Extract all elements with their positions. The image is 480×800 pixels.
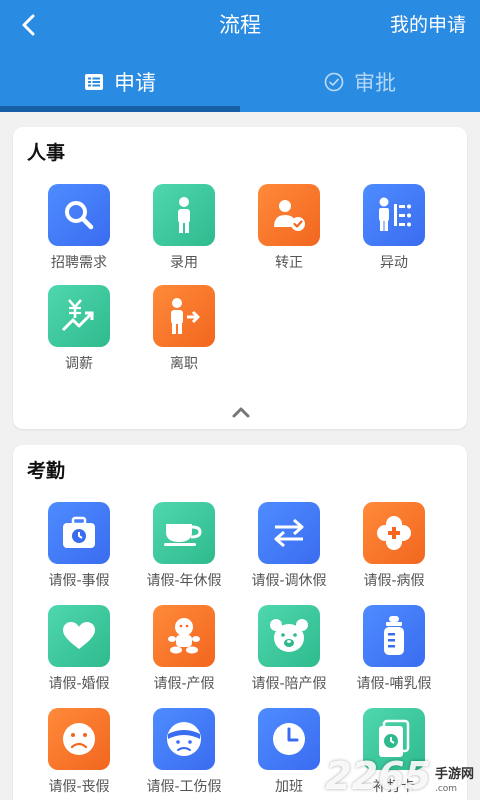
my-applications-link[interactable]: 我的申请 <box>390 10 466 40</box>
grid-item-label: 请假-病假 <box>363 573 425 589</box>
hr-section: 人事 招聘需求 录用 转正 异动 调薪 离职 <box>13 127 467 429</box>
list-icon <box>85 74 103 90</box>
grid-item-nursing-leave[interactable]: 请假-哺乳假 <box>339 605 449 693</box>
grid-item-label: 请假-哺乳假 <box>356 676 432 692</box>
grid-item-label: 调薪 <box>65 356 93 372</box>
grid-item-label: 请假-丧假 <box>48 779 110 795</box>
tab-approve-label: 审批 <box>354 71 396 95</box>
baby-bottle-icon <box>363 605 425 667</box>
swap-arrows-icon <box>258 502 320 564</box>
user-check-icon <box>258 184 320 246</box>
grid-item-label: 请假-工伤假 <box>146 779 222 795</box>
grid-item-annual-leave[interactable]: 请假-年休假 <box>129 502 239 590</box>
grid-item-label: 请假-年休假 <box>146 573 222 589</box>
grid-item-recruitment[interactable]: 招聘需求 <box>24 184 134 272</box>
clock-icon <box>258 708 320 770</box>
person-icon <box>153 184 215 246</box>
attendance-section: 考勤 请假-事假 请假-年休假 请假-调休假 请假-病假 请假-婚假 请假-产假… <box>13 445 467 800</box>
grid-item-compensatory-leave[interactable]: 请假-调休假 <box>234 502 344 590</box>
tab-apply[interactable]: 申请 <box>0 64 240 100</box>
grid-item-label: 转正 <box>275 255 303 271</box>
watermark-site: 手游网 <box>434 767 474 782</box>
section-title-attendance: 考勤 <box>27 460 66 482</box>
grid-item-transfer[interactable]: 异动 <box>339 184 449 272</box>
grid-item-marriage-leave[interactable]: 请假-婚假 <box>24 605 134 693</box>
grid-item-salary-adjust[interactable]: 调薪 <box>24 285 134 373</box>
chevron-up-icon[interactable] <box>231 405 251 419</box>
check-circle-icon <box>324 72 344 92</box>
grid-item-label: 录用 <box>170 255 198 271</box>
grid-item-personal-leave[interactable]: 请假-事假 <box>24 502 134 590</box>
grid-item-label: 请假-事假 <box>48 573 110 589</box>
injured-face-icon <box>153 708 215 770</box>
tab-apply-label: 申请 <box>114 71 156 95</box>
sad-face-icon <box>48 708 110 770</box>
grid-item-regularization[interactable]: 转正 <box>234 184 344 272</box>
grid-item-label: 请假-陪产假 <box>251 676 327 692</box>
grid-item-sick-leave[interactable]: 请假-病假 <box>339 502 449 590</box>
grid-item-maternity-leave[interactable]: 请假-产假 <box>129 605 239 693</box>
active-tab-indicator <box>0 106 240 112</box>
grid-item-hire[interactable]: 录用 <box>129 184 239 272</box>
yuan-trend-icon <box>48 285 110 347</box>
briefcase-clock-icon <box>48 502 110 564</box>
grid-item-label: 离职 <box>170 356 198 372</box>
section-title-hr: 人事 <box>27 142 66 164</box>
heart-icon <box>48 605 110 667</box>
baby-icon <box>153 605 215 667</box>
watermark-number: 2265 <box>325 754 431 798</box>
grid-item-label: 异动 <box>380 255 408 271</box>
grid-item-label: 请假-调休假 <box>251 573 327 589</box>
teddy-bear-icon <box>258 605 320 667</box>
transfer-icon <box>363 184 425 246</box>
grid-item-bereavement-leave[interactable]: 请假-丧假 <box>24 708 134 796</box>
grid-item-label: 招聘需求 <box>51 255 107 271</box>
search-icon <box>48 184 110 246</box>
watermark-logo: 2265 手游网 .com <box>325 756 474 796</box>
watermark-domain: .com <box>434 784 458 794</box>
top-bar: 流程 我的申请 申请 审批 <box>0 0 480 112</box>
exit-icon <box>153 285 215 347</box>
grid-item-paternity-leave[interactable]: 请假-陪产假 <box>234 605 344 693</box>
grid-item-label: 请假-婚假 <box>48 676 110 692</box>
grid-item-label: 加班 <box>275 779 303 795</box>
grid-item-work-injury-leave[interactable]: 请假-工伤假 <box>129 708 239 796</box>
grid-item-resignation[interactable]: 离职 <box>129 285 239 373</box>
coffee-cup-icon <box>153 502 215 564</box>
medical-cross-icon <box>363 502 425 564</box>
grid-item-label: 请假-产假 <box>153 676 215 692</box>
tab-approve[interactable]: 审批 <box>240 64 480 100</box>
